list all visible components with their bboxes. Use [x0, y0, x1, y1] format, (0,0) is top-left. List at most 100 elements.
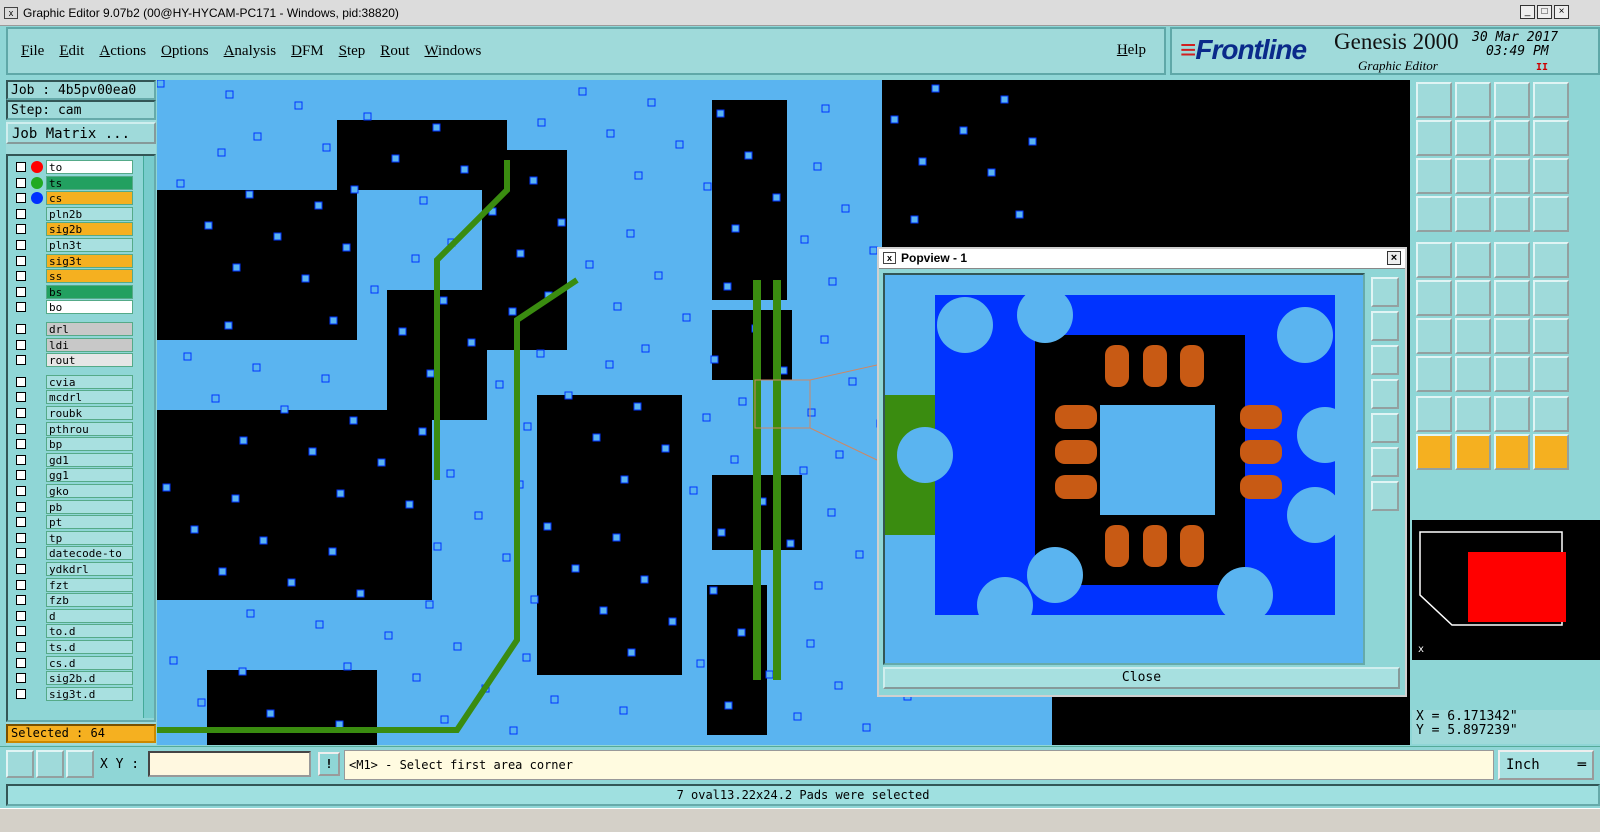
layer-name[interactable]: pb	[46, 499, 133, 514]
layer-row-cvia[interactable]: cvia	[14, 374, 134, 389]
layer-name[interactable]: ydkdrl	[46, 562, 133, 576]
layer-checkbox[interactable]	[16, 548, 26, 559]
popview-close-button[interactable]: Close	[883, 667, 1400, 689]
layer-checkbox[interactable]	[16, 564, 26, 574]
edit-tool-icon[interactable]	[1494, 356, 1530, 392]
menu-step[interactable]: Step	[339, 43, 366, 60]
layer-name[interactable]: ldi	[46, 337, 133, 352]
layer-name[interactable]: gko	[46, 484, 133, 498]
edit-tool-icon[interactable]	[1416, 196, 1452, 232]
layer-checkbox[interactable]	[16, 324, 26, 334]
layer-checkbox[interactable]	[16, 339, 26, 350]
edit-tool-icon[interactable]	[1494, 318, 1530, 354]
layer-row-pb[interactable]: pb	[14, 499, 134, 514]
layer-row-sig3t.d[interactable]: sig3t.d	[14, 686, 134, 701]
edit-tool-icon[interactable]	[1494, 196, 1530, 232]
measure-icon[interactable]	[36, 750, 64, 778]
edit-tool-icon[interactable]	[1416, 242, 1452, 278]
layer-row-roubk[interactable]: roubk	[14, 406, 134, 420]
popview-zoom-canvas[interactable]	[883, 273, 1365, 665]
popview-tool-icon[interactable]	[1371, 379, 1399, 409]
menu-help[interactable]: Help	[1117, 42, 1146, 59]
layer-row-cs[interactable]: cs	[14, 191, 134, 206]
layer-row-drl[interactable]: drl	[14, 322, 134, 336]
edit-tool-icon[interactable]	[1494, 280, 1530, 316]
popview-tool-icon[interactable]	[1371, 345, 1399, 375]
layer-checkbox[interactable]	[16, 255, 26, 266]
layer-row-ydkdrl[interactable]: ydkdrl	[14, 562, 134, 576]
layer-row-cs.d[interactable]: cs.d	[14, 655, 134, 670]
layer-checkbox[interactable]	[16, 392, 26, 403]
edit-tool-icon[interactable]	[1455, 242, 1491, 278]
grid-icon[interactable]	[66, 750, 94, 778]
edit-tool-icon[interactable]	[1416, 396, 1452, 432]
layer-checkbox[interactable]	[16, 177, 26, 188]
layer-name[interactable]: fzb	[46, 593, 133, 608]
display-layer-icon[interactable]	[31, 161, 43, 173]
edit-tool-icon[interactable]	[1455, 318, 1491, 354]
xy-input[interactable]	[148, 751, 311, 777]
layer-row-ts.d[interactable]: ts.d	[14, 640, 134, 654]
layer-checkbox[interactable]	[16, 423, 26, 434]
layer-row-fzt[interactable]: fzt	[14, 577, 134, 592]
layer-name[interactable]: drl	[46, 322, 133, 336]
edit-tool-icon[interactable]	[1416, 280, 1452, 316]
layer-name[interactable]: d	[46, 608, 133, 623]
job-matrix-button[interactable]: Job Matrix ...	[6, 122, 156, 144]
menu-file[interactable]: File	[21, 43, 44, 60]
layer-name[interactable]: mcdrl	[46, 390, 133, 405]
layer-checkbox[interactable]	[16, 688, 26, 699]
edit-tool-icon[interactable]	[1455, 120, 1491, 156]
popview-tool-icon[interactable]	[1371, 447, 1399, 477]
popview-close-icon[interactable]: ×	[1387, 251, 1401, 265]
edit-tool-icon[interactable]	[1416, 356, 1452, 392]
layer-row-rout[interactable]: rout	[14, 353, 134, 368]
layer-row-d[interactable]: d	[14, 608, 134, 623]
layer-name[interactable]: bs	[46, 284, 133, 299]
alert-icon[interactable]: !	[318, 752, 340, 776]
layer-name[interactable]: cs	[46, 191, 133, 206]
layer-row-bs[interactable]: bs	[14, 284, 134, 299]
edit-tool-icon[interactable]	[1494, 158, 1530, 194]
layer-row-to[interactable]: to	[14, 160, 134, 174]
layer-checkbox[interactable]	[16, 626, 26, 637]
menu-dfm[interactable]: DFM	[291, 43, 324, 60]
layer-checkbox[interactable]	[16, 501, 26, 512]
edit-tool-icon[interactable]	[1455, 396, 1491, 432]
layer-name[interactable]: to	[46, 160, 133, 174]
layer-checkbox[interactable]	[16, 673, 26, 684]
display-layer-icon[interactable]	[31, 176, 43, 189]
layer-row-bo[interactable]: bo	[14, 300, 134, 315]
layer-row-ldi[interactable]: ldi	[14, 337, 134, 352]
layer-name[interactable]: ts	[46, 175, 133, 190]
edit-tool-icon[interactable]	[1416, 434, 1452, 470]
edit-tool-icon[interactable]	[1533, 158, 1569, 194]
layer-name[interactable]: bo	[46, 300, 133, 315]
layer-row-gd1[interactable]: gd1	[14, 452, 134, 467]
layer-row-bp[interactable]: bp	[14, 437, 134, 452]
layer-row-sig3t[interactable]: sig3t	[14, 253, 134, 268]
layer-name[interactable]: rout	[46, 353, 133, 368]
layer-name[interactable]: pln2b	[46, 206, 133, 221]
pause-icon[interactable]: II	[1536, 62, 1548, 73]
edit-tool-icon[interactable]	[1455, 356, 1491, 392]
layer-row-pln3t[interactable]: pln3t	[14, 238, 134, 252]
layer-name[interactable]: bp	[46, 437, 133, 452]
layer-checkbox[interactable]	[16, 271, 26, 282]
layer-row-gko[interactable]: gko	[14, 484, 134, 498]
overview-minimap[interactable]: x	[1412, 520, 1600, 660]
popview-tool-icon[interactable]	[1371, 311, 1399, 341]
layer-row-sig2b[interactable]: sig2b	[14, 222, 134, 237]
layer-row-pthrou[interactable]: pthrou	[14, 421, 134, 436]
units-select[interactable]: Inch ═	[1498, 750, 1594, 780]
layer-checkbox[interactable]	[16, 408, 26, 418]
layer-name[interactable]: roubk	[46, 406, 133, 420]
edit-tool-icon[interactable]	[1416, 318, 1452, 354]
edit-tool-icon[interactable]	[1533, 396, 1569, 432]
edit-tool-icon[interactable]	[1416, 82, 1452, 118]
layer-row-tp[interactable]: tp	[14, 530, 134, 545]
layer-name[interactable]: pln3t	[46, 238, 133, 252]
layer-checkbox[interactable]	[16, 439, 26, 450]
layer-name[interactable]: pthrou	[46, 421, 133, 436]
layer-row-pt[interactable]: pt	[14, 515, 134, 530]
